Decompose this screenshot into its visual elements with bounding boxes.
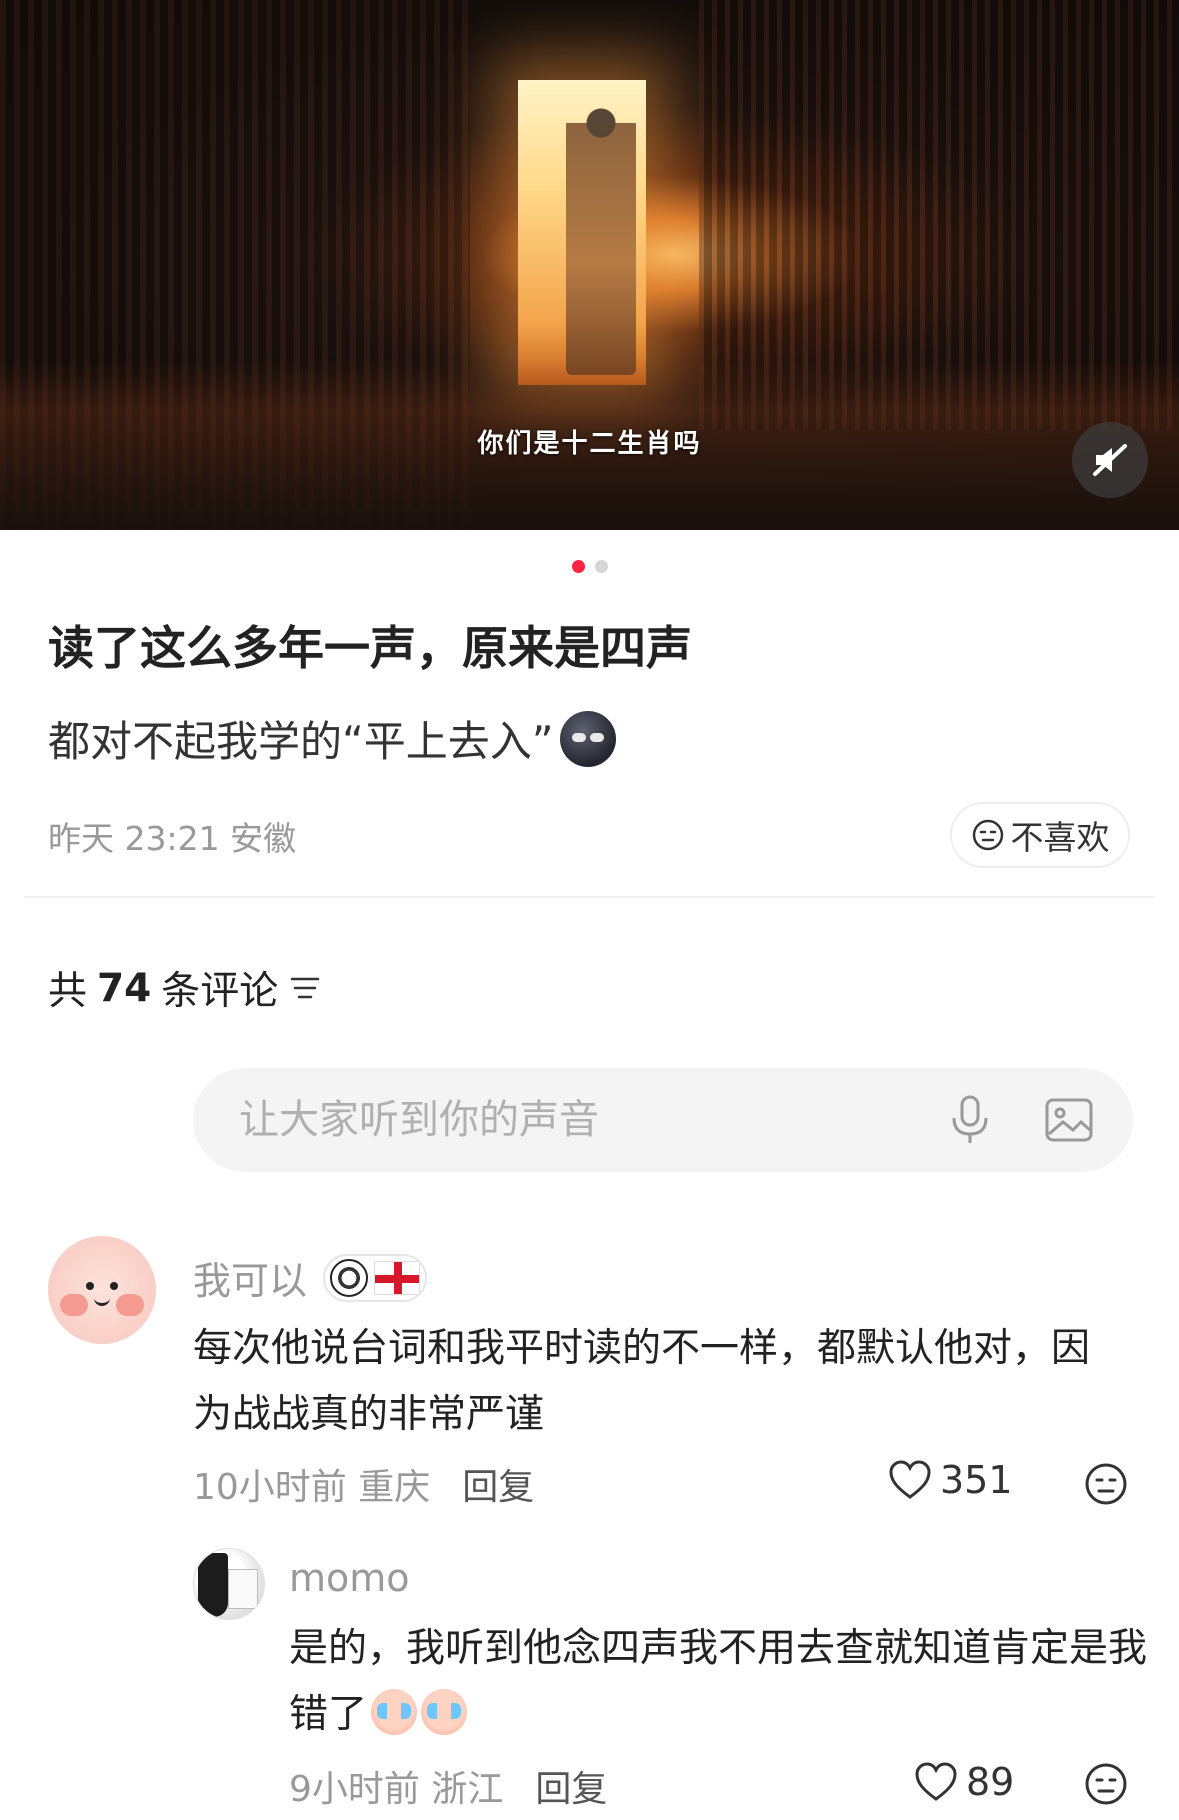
post-title: 读了这么多年一声，原来是四声 bbox=[48, 621, 692, 675]
like-count: 351 bbox=[940, 1458, 1013, 1502]
heart-icon bbox=[915, 1762, 957, 1801]
comment-dislike-button[interactable] bbox=[1084, 1462, 1128, 1510]
avatar-eye bbox=[86, 1282, 94, 1290]
avatar-mouth bbox=[94, 1298, 110, 1306]
comment-location: 重庆 bbox=[358, 1467, 431, 1508]
post-description-text: 都对不起我学的“平上去入” bbox=[48, 717, 554, 766]
dislike-label: 不喜欢 bbox=[1010, 818, 1110, 857]
comment-time: 10小时前 bbox=[193, 1467, 347, 1508]
comment-text: 每次他说台词和我平时读的不一样，都默认他对，因为战战真的非常严谨 bbox=[193, 1326, 1091, 1437]
neutral-face-icon bbox=[972, 819, 1003, 851]
post-meta: 昨天 23:21 安徽 bbox=[48, 819, 297, 858]
avatar[interactable] bbox=[193, 1548, 265, 1620]
avatar-cheek bbox=[116, 1294, 144, 1316]
speaker-muted-icon bbox=[1093, 444, 1127, 476]
comment-text: 是的，我听到他念四声我不用去查就知道肯定是我错了 bbox=[289, 1616, 1149, 1748]
sly-face-emoji-icon bbox=[559, 710, 616, 767]
carousel-dot[interactable] bbox=[594, 560, 608, 573]
carousel-dot-active[interactable] bbox=[571, 560, 585, 573]
mute-button[interactable] bbox=[1072, 422, 1148, 498]
avatar-eye bbox=[110, 1282, 118, 1290]
like-button[interactable]: 89 bbox=[914, 1760, 1014, 1804]
post-description: 都对不起我学的“平上去入” bbox=[48, 708, 616, 769]
like-button[interactable]: 351 bbox=[888, 1458, 1013, 1502]
neutral-face-icon bbox=[1085, 1763, 1127, 1805]
avatar-hair bbox=[198, 1553, 228, 1617]
avatar-cheek bbox=[60, 1294, 88, 1316]
comment-time-location: 10小时前 重庆 bbox=[193, 1458, 430, 1510]
comment-location: 浙江 bbox=[431, 1769, 504, 1810]
comment-footer: 9小时前 浙江 回复 bbox=[289, 1760, 607, 1812]
avatar[interactable] bbox=[48, 1236, 156, 1344]
comment-username-text: 我可以 bbox=[193, 1259, 308, 1303]
heart-icon bbox=[889, 1460, 931, 1499]
comment-input[interactable] bbox=[239, 1068, 899, 1172]
comment-count-suffix: 条评论 bbox=[161, 969, 279, 1014]
comment-input-bar bbox=[193, 1068, 1133, 1172]
carousel-indicator bbox=[0, 560, 1179, 573]
video-scene-figure bbox=[566, 95, 636, 375]
voice-input-button[interactable] bbox=[945, 1094, 995, 1146]
england-flag-icon bbox=[374, 1260, 421, 1295]
sort-icon[interactable] bbox=[288, 973, 322, 1003]
soccer-ball-icon bbox=[330, 1258, 369, 1297]
comment-count-prefix: 共 bbox=[48, 969, 88, 1014]
microphone-icon bbox=[952, 1095, 988, 1143]
crying-emoji-icon bbox=[371, 1689, 418, 1735]
divider bbox=[24, 896, 1155, 898]
crying-emoji-icon bbox=[421, 1689, 468, 1735]
image-icon bbox=[1045, 1098, 1093, 1142]
comment-count-header: 共 74 条评论 bbox=[48, 960, 322, 1016]
neutral-face-icon bbox=[1085, 1463, 1127, 1505]
video-subtitle: 你们是十二生肖吗 bbox=[477, 429, 702, 459]
dislike-button[interactable]: 不喜欢 bbox=[950, 802, 1130, 868]
user-badge bbox=[323, 1253, 428, 1302]
video-player[interactable]: 你们是十二生肖吗 bbox=[0, 0, 1179, 530]
comment-username[interactable]: 我可以 bbox=[193, 1250, 428, 1305]
comment-footer: 10小时前 重庆 回复 bbox=[193, 1458, 534, 1510]
comment-username[interactable]: momo bbox=[289, 1556, 410, 1600]
reply-button[interactable]: 回复 bbox=[535, 1760, 607, 1812]
comment-time: 9小时前 bbox=[289, 1769, 420, 1810]
reply-button[interactable]: 回复 bbox=[462, 1458, 534, 1510]
comment-count-number: 74 bbox=[97, 965, 152, 1011]
avatar-paper bbox=[228, 1569, 258, 1609]
comment-text-content: 是的，我听到他念四声我不用去查就知道肯定是我错了 bbox=[289, 1626, 1148, 1737]
image-upload-button[interactable] bbox=[1043, 1094, 1095, 1146]
comment-time-location: 9小时前 浙江 bbox=[289, 1760, 503, 1812]
comment-dislike-button[interactable] bbox=[1084, 1762, 1128, 1810]
like-count: 89 bbox=[966, 1760, 1015, 1804]
